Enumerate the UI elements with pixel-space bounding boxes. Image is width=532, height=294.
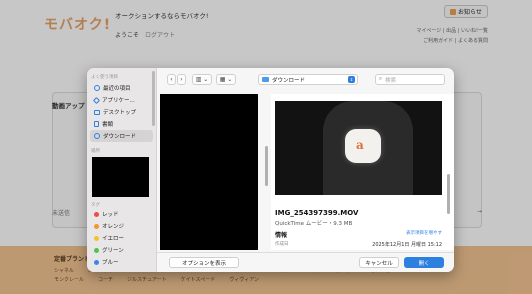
preview-pane: a IMG_254397399.MOV QuickTime ムービー・9.3 M… bbox=[271, 94, 454, 250]
cancel-button[interactable]: キャンセル bbox=[359, 257, 399, 268]
preview-scrollbar[interactable] bbox=[447, 174, 450, 214]
sidebar-tag-label: イエロー bbox=[102, 236, 124, 242]
tag-dot-icon bbox=[94, 223, 99, 229]
chevron-right-icon: › bbox=[180, 76, 183, 83]
sidebar-scrollbar[interactable] bbox=[152, 71, 155, 126]
preview-filename: IMG_254397399.MOV bbox=[275, 209, 359, 217]
show-options-button[interactable]: オプションを表示 bbox=[169, 257, 239, 268]
download-icon bbox=[94, 133, 100, 139]
dialog-sidebar: よく使う項目 最近の項目 アプリケー... デスクトップ 書類 ダウンロード 場… bbox=[87, 68, 157, 272]
sidebar-tag-orange[interactable]: オレンジ bbox=[90, 220, 153, 232]
location-thumbnail[interactable] bbox=[92, 157, 149, 197]
clock-icon bbox=[94, 85, 100, 91]
tag-dot-icon bbox=[94, 247, 99, 253]
file-open-dialog: よく使う項目 最近の項目 アプリケー... デスクトップ 書類 ダウンロード 場… bbox=[87, 68, 454, 272]
search-input[interactable]: ⌕ 検索 bbox=[375, 74, 445, 85]
show-more-link[interactable]: 表示項目を増やす bbox=[406, 230, 442, 236]
brand-mark-icon: a bbox=[356, 138, 364, 152]
tag-dot-icon bbox=[94, 211, 99, 217]
location-header: 場所 bbox=[91, 149, 100, 154]
sidebar-item-downloads[interactable]: ダウンロード bbox=[90, 130, 153, 142]
column-scrollbar[interactable] bbox=[265, 146, 268, 186]
back-button[interactable]: ‹ bbox=[167, 74, 176, 85]
created-value: 2025年12月1日 月曜日 15:12 bbox=[372, 242, 442, 248]
sidebar-item-recents[interactable]: 最近の項目 bbox=[90, 82, 153, 94]
tag-dot-icon bbox=[94, 259, 99, 265]
sidebar-item-label: 最近の項目 bbox=[103, 86, 131, 92]
columns-icon: ▥ ⌄ bbox=[195, 76, 209, 83]
view-mode-button[interactable]: ▥ ⌄ bbox=[192, 74, 212, 85]
desktop-icon bbox=[94, 109, 100, 115]
tag-dot-icon bbox=[94, 235, 99, 241]
location-select-label: ダウンロード bbox=[272, 77, 306, 84]
earbuds-case-shape: a bbox=[345, 129, 381, 163]
apps-icon bbox=[92, 96, 101, 104]
file-browser-column[interactable] bbox=[160, 94, 258, 250]
sidebar-tag-label: ブルー bbox=[102, 260, 119, 266]
dialog-bottom-bar: オプションを表示 キャンセル 開く bbox=[157, 252, 454, 272]
sidebar-tag-red[interactable]: レッド bbox=[90, 208, 153, 220]
created-label: 作成日 bbox=[275, 242, 289, 247]
sidebar-tag-blue[interactable]: ブルー bbox=[90, 256, 153, 268]
sidebar-item-label: ダウンロード bbox=[103, 134, 137, 140]
document-icon bbox=[94, 121, 99, 127]
chevron-left-icon: ‹ bbox=[170, 76, 173, 83]
forward-button[interactable]: › bbox=[177, 74, 186, 85]
grid-icon: ▦ ⌄ bbox=[219, 76, 233, 83]
sidebar-item-documents[interactable]: 書類 bbox=[90, 118, 153, 130]
group-by-button[interactable]: ▦ ⌄ bbox=[216, 74, 236, 85]
sidebar-item-label: アプリケー... bbox=[102, 98, 135, 104]
search-icon: ⌕ bbox=[379, 76, 383, 82]
preview-kind: QuickTime ムービー・9.3 MB bbox=[275, 221, 353, 227]
open-button[interactable]: 開く bbox=[404, 257, 444, 268]
sidebar-tag-label: レッド bbox=[102, 212, 119, 218]
sidebar-item-label: デスクトップ bbox=[103, 110, 137, 116]
folder-icon bbox=[262, 77, 269, 82]
chevron-updown-icon: ⇕ bbox=[348, 76, 355, 83]
sidebar-item-applications[interactable]: アプリケー... bbox=[90, 94, 153, 106]
dialog-toolbar: ‹ › ▥ ⌄ ▦ ⌄ ダウンロード ⇕ ⌕ 検索 bbox=[157, 68, 454, 90]
sidebar-tag-yellow[interactable]: イエロー bbox=[90, 232, 153, 244]
sidebar-tag-label: オレンジ bbox=[102, 224, 125, 230]
sidebar-item-label: 書類 bbox=[102, 122, 114, 128]
search-placeholder: 検索 bbox=[385, 77, 397, 84]
sidebar-tag-label: グリーン bbox=[102, 248, 124, 254]
preview-info-label: 情報 bbox=[275, 232, 288, 239]
sidebar-item-desktop[interactable]: デスクトップ bbox=[90, 106, 153, 118]
location-select[interactable]: ダウンロード ⇕ bbox=[258, 74, 358, 85]
sidebar-tag-green[interactable]: グリーン bbox=[90, 244, 153, 256]
preview-image: a bbox=[275, 101, 442, 195]
